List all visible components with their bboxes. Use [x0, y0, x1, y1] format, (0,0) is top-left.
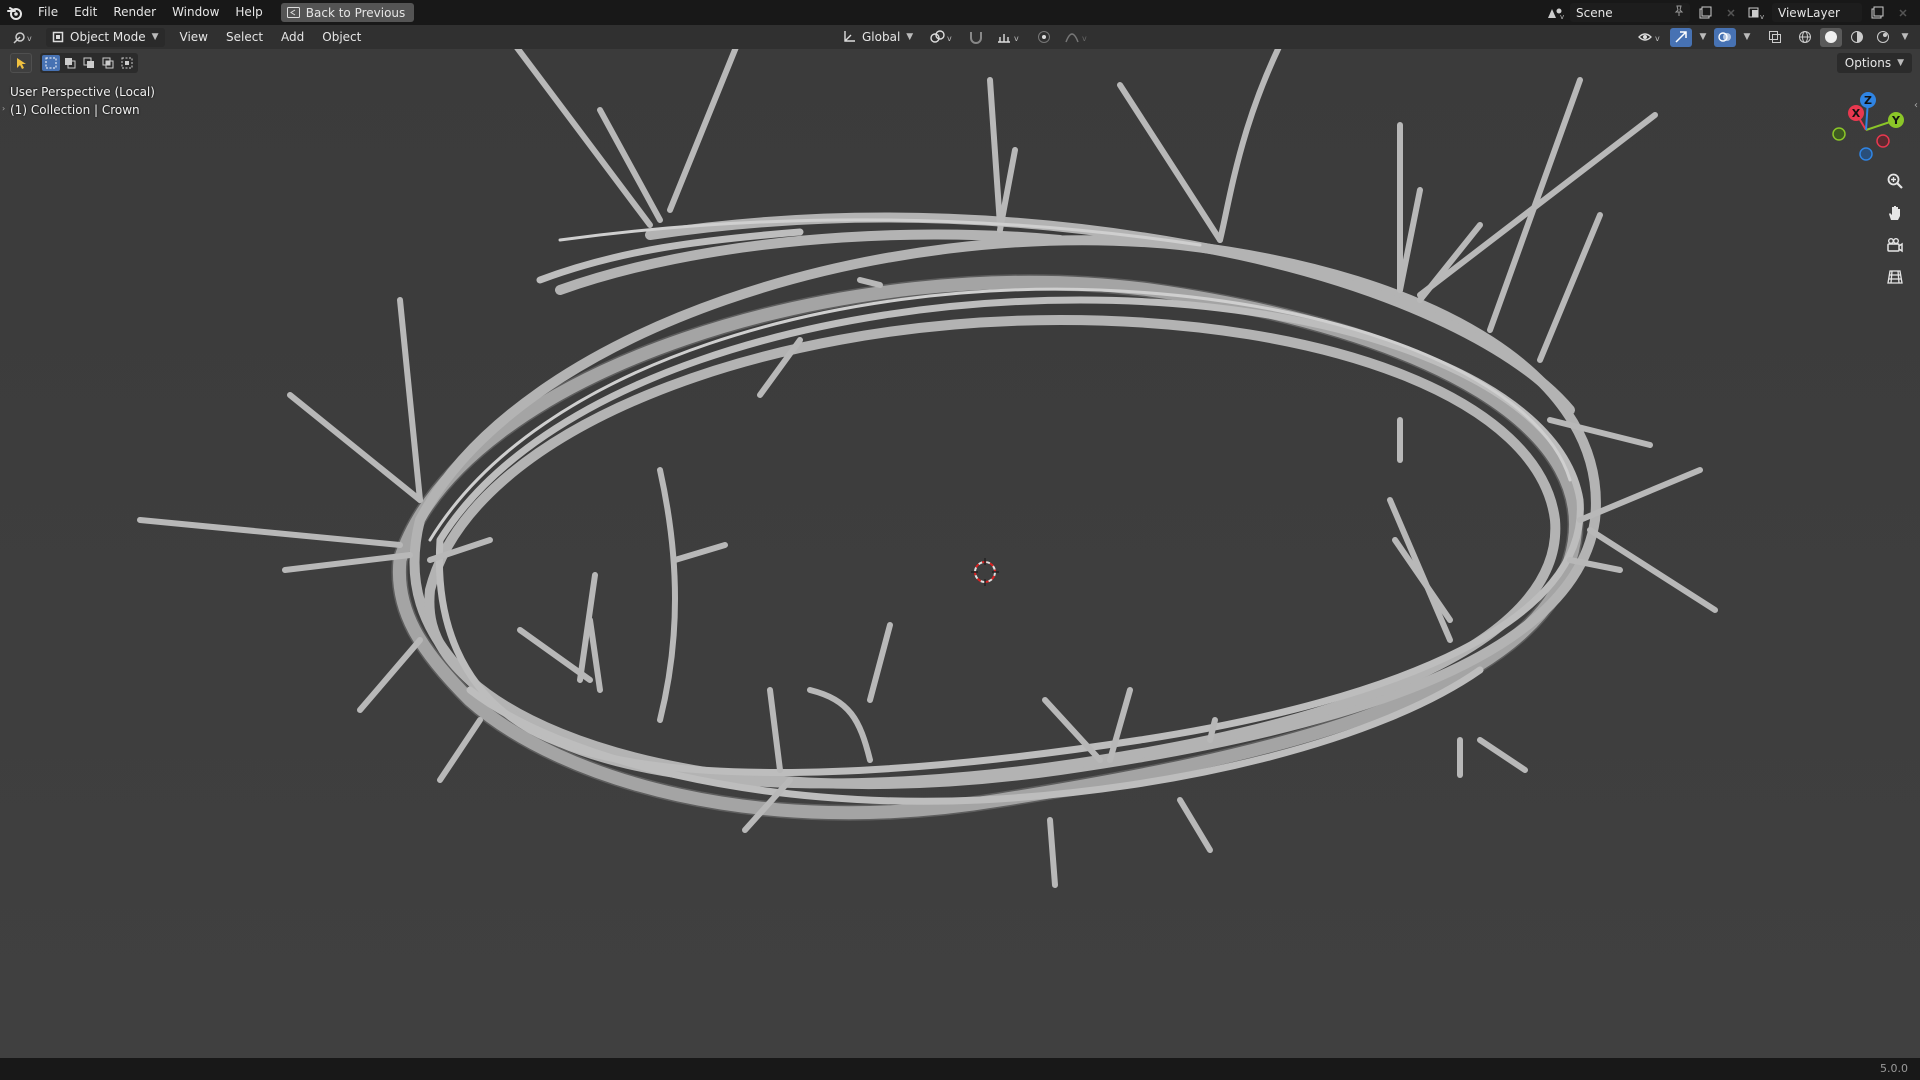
z-axis-label: Z — [1864, 94, 1872, 107]
falloff-curve-icon[interactable]: v — [1063, 28, 1093, 47]
viewport-display-tools: v ▼ ▼ ▼ — [1636, 25, 1920, 49]
shading-rendered-icon[interactable] — [1872, 28, 1894, 47]
show-overlays-icon[interactable] — [1714, 27, 1736, 47]
options-dropdown[interactable]: Options ▼ — [1836, 53, 1912, 73]
collection-object-label: (1) Collection | Crown — [10, 103, 140, 117]
navigation-gizmo[interactable]: X Y Z — [1826, 90, 1906, 170]
svg-text:v: v — [27, 34, 32, 43]
new-viewlayer-icon[interactable] — [1866, 3, 1888, 22]
delete-scene-icon[interactable] — [1720, 3, 1742, 22]
shading-options-chevron-icon[interactable]: ▼ — [1898, 28, 1912, 47]
gizmo-options-chevron-icon[interactable]: ▼ — [1696, 28, 1710, 47]
svg-text:v: v — [1560, 13, 1564, 20]
snap-toggle-icon[interactable] — [965, 28, 987, 47]
menu-object[interactable]: Object — [313, 25, 370, 49]
svg-text:v: v — [1655, 34, 1660, 43]
scene-selector-icon[interactable]: v — [1544, 3, 1566, 22]
shading-wireframe-icon[interactable] — [1794, 28, 1816, 47]
pivot-point-icon[interactable]: v — [927, 28, 957, 47]
viewlayer-name-field[interactable]: ViewLayer — [1772, 3, 1862, 22]
object-mode-icon — [52, 31, 64, 43]
viewlayer-name-label: ViewLayer — [1778, 5, 1840, 20]
select-intersect-icon[interactable] — [118, 55, 136, 71]
ortho-grid-icon[interactable] — [1882, 264, 1908, 290]
chevron-down-icon: ▼ — [151, 32, 159, 42]
transform-orientation-label: Global — [862, 30, 901, 44]
sidebar-toggle-arrow-icon[interactable]: ‹ — [1914, 100, 1918, 111]
pan-hand-icon[interactable] — [1882, 200, 1908, 226]
overlays-options-chevron-icon[interactable]: ▼ — [1740, 28, 1754, 47]
options-label: Options — [1844, 56, 1892, 70]
chevron-down-icon: ▼ — [1897, 58, 1904, 68]
menu-add[interactable]: Add — [272, 25, 313, 49]
top-bar: File Edit Render Window Help Back to Pre… — [0, 0, 1920, 25]
scene-name-label: Scene — [1576, 5, 1613, 20]
svg-text:v: v — [947, 34, 952, 43]
shading-material-icon[interactable] — [1846, 28, 1868, 47]
status-bar: 5.0.0 — [0, 1058, 1920, 1080]
version-label: 5.0.0 — [1880, 1062, 1908, 1075]
viewlayer-selector-icon[interactable]: v — [1746, 3, 1768, 22]
y-axis-label: Y — [1891, 114, 1901, 127]
svg-text:v: v — [1760, 13, 1764, 20]
back-to-previous-button[interactable]: Back to Previous — [280, 3, 415, 22]
menu-render[interactable]: Render — [105, 0, 164, 25]
delete-viewlayer-icon[interactable] — [1892, 3, 1914, 22]
new-scene-icon[interactable] — [1694, 3, 1716, 22]
expand-arrow-icon[interactable]: › — [2, 104, 5, 113]
3d-viewport[interactable] — [0, 49, 1920, 1058]
select-extend-icon[interactable] — [61, 55, 79, 71]
svg-text:v: v — [1014, 34, 1019, 43]
menu-file[interactable]: File — [30, 0, 66, 25]
proportional-editing-icon[interactable] — [1033, 28, 1055, 47]
chevron-down-icon: ▼ — [906, 32, 914, 42]
menu-view[interactable]: View — [171, 25, 217, 49]
crown-of-thorns-model[interactable] — [0, 49, 1920, 1058]
neg-y-axis-icon[interactable] — [1832, 127, 1846, 141]
camera-view-icon[interactable] — [1882, 232, 1908, 258]
menu-window[interactable]: Window — [164, 0, 227, 25]
neg-x-axis-icon[interactable] — [1876, 134, 1890, 148]
editor-type-icon[interactable]: v — [10, 28, 38, 47]
object-mode-dropdown[interactable]: Object Mode ▼ — [46, 27, 165, 47]
tool-header-row — [10, 53, 138, 73]
selection-mode-group — [40, 53, 138, 73]
zoom-icon[interactable] — [1882, 168, 1908, 194]
pin-icon[interactable] — [1674, 5, 1684, 20]
transform-tools: Global ▼ v v v — [836, 25, 1093, 49]
transform-orientation-dropdown[interactable]: Global ▼ — [836, 28, 919, 47]
orientation-axes-icon — [844, 31, 855, 42]
neg-z-axis-icon[interactable] — [1859, 147, 1873, 161]
navigation-buttons — [1882, 168, 1908, 290]
select-new-icon[interactable] — [42, 55, 60, 71]
visibility-selectability-icon[interactable]: v — [1636, 28, 1666, 47]
blender-logo-icon[interactable] — [0, 0, 30, 25]
show-gizmo-icon[interactable] — [1670, 27, 1692, 47]
menu-help[interactable]: Help — [227, 0, 270, 25]
xray-toggle-icon[interactable] — [1764, 28, 1786, 47]
x-axis-label: X — [1852, 107, 1861, 120]
select-tool-icon[interactable] — [10, 53, 32, 73]
scene-name-field[interactable]: Scene — [1570, 3, 1690, 22]
svg-text:v: v — [1082, 34, 1087, 43]
menu-edit[interactable]: Edit — [66, 0, 105, 25]
screen-back-icon — [286, 7, 300, 18]
back-to-previous-label: Back to Previous — [305, 5, 406, 20]
object-mode-label: Object Mode — [70, 30, 146, 44]
shading-solid-icon[interactable] — [1820, 27, 1842, 47]
perspective-label: User Perspective (Local) — [10, 85, 155, 99]
snap-target-icon[interactable]: v — [995, 28, 1025, 47]
select-invert-icon[interactable] — [99, 55, 117, 71]
menu-select[interactable]: Select — [217, 25, 272, 49]
select-subtract-icon[interactable] — [80, 55, 98, 71]
